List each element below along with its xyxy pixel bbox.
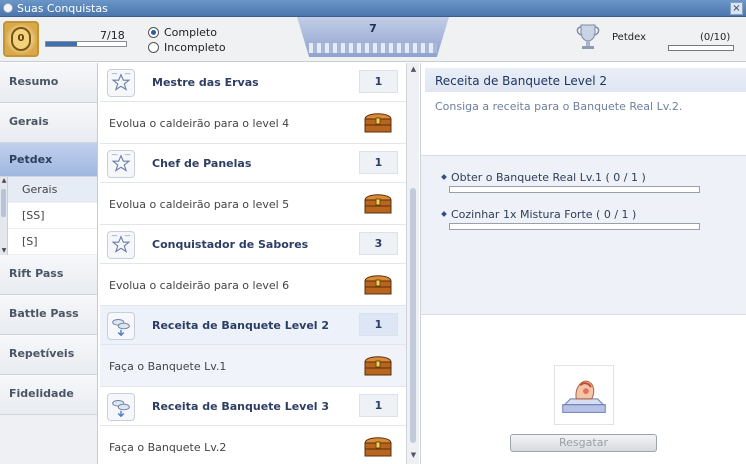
sub-list-scroll-thumb[interactable] <box>1 189 6 217</box>
achievement-count: 3 <box>359 232 398 255</box>
achievement-description-row[interactable]: Faça o Banquete Lv.2 <box>100 426 406 464</box>
achievement-description: Evolua o caldeirão para o level 6 <box>109 279 290 292</box>
achievement-row[interactable]: Receita de Banquete Level 3 1 <box>100 387 406 426</box>
achievement-description-row[interactable]: Evolua o caldeirão para o level 6 <box>100 264 406 306</box>
requirement-item: Cozinhar 1x Mistura Forte ( 0 / 1 ) <box>441 208 637 221</box>
achievement-description: Faça o Banquete Lv.2 <box>109 441 227 454</box>
requirement-progress-bar <box>449 223 700 230</box>
requirement-label: Obter o Banquete Real Lv.1 ( 0 / 1 ) <box>451 171 646 184</box>
coins-badge-icon <box>107 393 135 421</box>
filter-completo-label: Completo <box>164 26 217 39</box>
requirement-label: Cozinhar 1x Mistura Forte ( 0 / 1 ) <box>451 208 637 221</box>
detail-header: Receita de Banquete Level 2 <box>425 68 746 92</box>
detail-description: Consiga a receita para o Banquete Real L… <box>435 100 683 113</box>
radio-incompleto[interactable] <box>148 42 159 53</box>
treasure-chest-icon[interactable] <box>363 110 393 134</box>
close-button[interactable]: × <box>730 2 743 15</box>
achievement-detail-panel: Receita de Banquete Level 2 Consiga a re… <box>420 63 746 464</box>
achievement-count: 1 <box>359 70 398 93</box>
sidebar-item-gerais[interactable]: Gerais <box>0 103 97 143</box>
achievement-title: Chef de Panelas <box>152 157 252 170</box>
medal-value: 0 <box>11 27 31 51</box>
banner-stripe <box>309 43 437 53</box>
achievement-count: 1 <box>359 151 398 174</box>
requirement-item: Obter o Banquete Real Lv.1 ( 0 / 1 ) <box>441 171 646 184</box>
requirement-progress-bar <box>449 186 700 193</box>
treasure-chest-icon[interactable] <box>363 191 393 215</box>
sidebar-item-battle-pass[interactable]: Battle Pass <box>0 295 97 335</box>
achievement-title: Mestre das Ervas <box>152 76 259 89</box>
achievement-description: Faça o Banquete Lv.1 <box>109 360 227 373</box>
petdex-count: (0/10) <box>700 32 731 43</box>
achievement-description-row[interactable]: Faça o Banquete Lv.1 <box>100 345 406 387</box>
achievement-title: Receita de Banquete Level 2 <box>152 319 330 332</box>
petdex-progress-bar <box>668 45 734 51</box>
star-badge-icon <box>107 69 135 97</box>
bullet-icon <box>441 174 447 180</box>
treasure-chest-icon[interactable] <box>363 434 393 458</box>
scroll-down-icon[interactable]: ▼ <box>0 247 8 255</box>
sidebar-item-resumo[interactable]: Resumo <box>0 63 97 103</box>
trophy-icon <box>576 24 600 49</box>
progress-bar <box>45 41 127 47</box>
achievement-row[interactable]: Conquistador de Sabores 3 <box>100 225 406 264</box>
petdex-label: Petdex <box>612 32 646 43</box>
achievement-row[interactable]: Mestre das Ervas 1 <box>100 63 406 102</box>
achievement-count: 1 <box>359 313 398 336</box>
sub-item-ss[interactable]: [SS] <box>0 203 97 229</box>
requirements-box: Obter o Banquete Real Lv.1 ( 0 / 1 ) Coz… <box>421 155 746 315</box>
achievement-title: Receita de Banquete Level 3 <box>152 400 330 413</box>
banner-number: 7 <box>369 22 377 35</box>
sub-list-scrollbar[interactable]: ▲ ▼ <box>0 177 8 255</box>
claim-button[interactable]: Resgatar <box>510 434 657 452</box>
star-badge-icon <box>107 231 135 259</box>
sidebar-item-fidelidade[interactable]: Fidelidade <box>0 375 97 415</box>
radio-completo[interactable] <box>148 27 159 38</box>
scroll-down-icon[interactable]: ▼ <box>409 451 418 459</box>
achievement-count: 1 <box>359 394 398 417</box>
achievement-description: Evolua o caldeirão para o level 4 <box>109 117 290 130</box>
treasure-chest-icon[interactable] <box>363 353 393 377</box>
window-titlebar: Suas Conquistas × <box>0 0 746 17</box>
filter-incompleto[interactable]: Incompleto <box>148 41 226 54</box>
achievement-row-selected[interactable]: Receita de Banquete Level 2 1 <box>100 306 406 345</box>
sidebar-item-repetiveis[interactable]: Repetíveis <box>0 335 97 375</box>
medal-icon: 0 <box>3 21 39 57</box>
treasure-chest-icon[interactable] <box>363 272 393 296</box>
scroll-up-icon[interactable]: ▲ <box>409 65 418 73</box>
sidebar-item-petdex[interactable]: Petdex <box>0 143 97 177</box>
window-icon <box>3 3 13 13</box>
sub-item-gerais[interactable]: Gerais <box>0 177 97 203</box>
petdex-sub-list: ▲ ▼ Gerais [SS] [S] <box>0 177 97 255</box>
sub-item-s[interactable]: [S] <box>0 229 97 255</box>
achievement-list-scrollbar[interactable]: ▲ ▼ <box>406 63 419 464</box>
window-title: Suas Conquistas <box>17 2 108 15</box>
star-badge-icon <box>107 150 135 178</box>
filter-completo[interactable]: Completo <box>148 26 217 39</box>
detail-title: Receita de Banquete Level 2 <box>435 74 608 88</box>
coins-badge-icon <box>107 312 135 340</box>
sidebar-item-rift-pass[interactable]: Rift Pass <box>0 255 97 295</box>
bullet-icon <box>441 211 447 217</box>
level-banner: 7 <box>297 17 449 57</box>
category-sidebar: Resumo Gerais Petdex ▲ ▼ Gerais [SS] [S]… <box>0 63 98 464</box>
achievement-title: Conquistador de Sabores <box>152 238 309 251</box>
achievement-description: Evolua o caldeirão para o level 5 <box>109 198 290 211</box>
achievement-list-scroll-thumb[interactable] <box>410 188 416 443</box>
achievement-description-row[interactable]: Evolua o caldeirão para o level 4 <box>100 102 406 144</box>
filter-incompleto-label: Incompleto <box>164 41 226 54</box>
scroll-up-icon[interactable]: ▲ <box>0 177 8 185</box>
progress-fill <box>46 42 78 46</box>
achievement-list: Mestre das Ervas 1 Evolua o caldeirão pa… <box>100 63 406 464</box>
header: 0 7/18 Completo Incompleto 7 Petdex (0/1… <box>0 17 746 62</box>
reward-item-icon[interactable] <box>554 365 614 425</box>
achievement-description-row[interactable]: Evolua o caldeirão para o level 5 <box>100 183 406 225</box>
achievement-row[interactable]: Chef de Panelas 1 <box>100 144 406 183</box>
